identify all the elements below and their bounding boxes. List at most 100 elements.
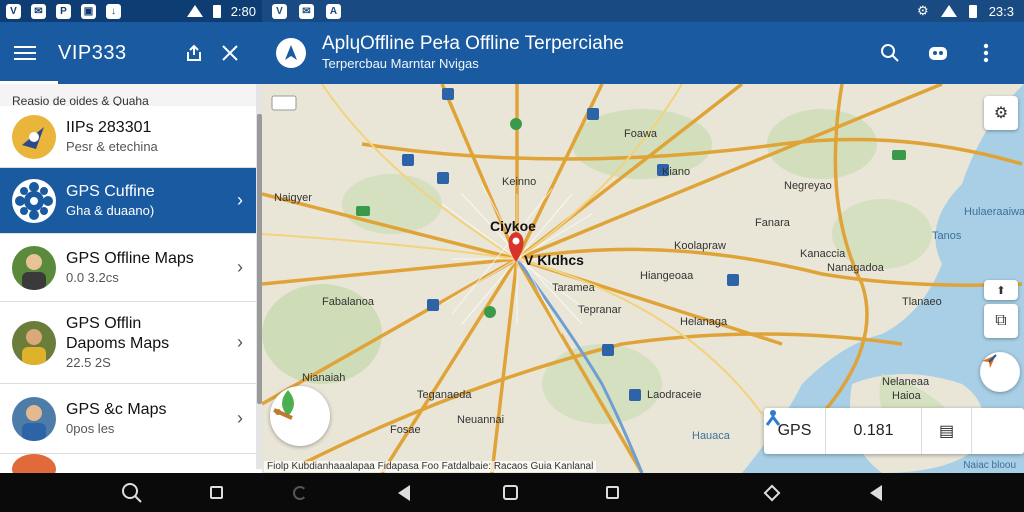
list-item[interactable]: GPS Offline Maps 0.0 3.2cs › bbox=[0, 234, 262, 302]
map-label: Nelaneaa bbox=[882, 376, 930, 388]
avatar bbox=[12, 114, 56, 159]
menu-icon[interactable] bbox=[14, 46, 36, 60]
map-label: Naigyer bbox=[274, 192, 312, 204]
status-time-left: 2:80 bbox=[230, 3, 256, 19]
compass-small-button[interactable]: ⬆ bbox=[984, 280, 1018, 300]
item-subtitle: Pesr & etechina bbox=[66, 138, 158, 154]
map-label: Koolapraw bbox=[674, 240, 726, 252]
leaf-pin-icon bbox=[273, 390, 294, 420]
map-label: Fanara bbox=[755, 217, 790, 229]
water-label: Tanos bbox=[932, 230, 962, 242]
map-label: Kiano bbox=[662, 166, 691, 178]
share-button[interactable] bbox=[176, 35, 212, 71]
map-label: Helanaga bbox=[680, 316, 728, 328]
map-label: Haioa bbox=[892, 390, 921, 402]
status-time-right: 23:3 bbox=[988, 3, 1014, 19]
system-navigation-bar bbox=[0, 473, 1024, 512]
avatar bbox=[12, 454, 56, 473]
home-button[interactable] bbox=[490, 473, 530, 512]
app-logo-icon[interactable] bbox=[276, 38, 306, 68]
avatar bbox=[12, 396, 56, 441]
item-subtitle: Gha & duaano) bbox=[66, 202, 155, 218]
item-subtitle: Dapoms Maps bbox=[66, 334, 170, 352]
back-icon bbox=[398, 484, 410, 501]
map-title: AplɥOffline Peɫa Offline Terpercіahe bbox=[322, 33, 624, 54]
avatar bbox=[12, 320, 56, 365]
item-title: IIPs 283301 bbox=[66, 118, 152, 136]
map-attribution: Fiolp Kubdianhaaalapaa Fidapasa Foo Fatd… bbox=[264, 461, 597, 472]
close-icon bbox=[222, 45, 238, 61]
list-item[interactable]: GPS &c Maps 0pos les › bbox=[0, 384, 262, 454]
search-icon bbox=[881, 44, 899, 62]
item-title: GPS Cuffine bbox=[66, 182, 155, 200]
water-label: Hulaeraaiwa bbox=[964, 206, 1024, 218]
vpn-icon: V bbox=[272, 3, 287, 19]
controller-icon bbox=[929, 47, 947, 60]
settings-status-icon: ⚙ bbox=[917, 3, 929, 18]
map-label: Negreyao bbox=[784, 180, 832, 192]
navigation-arrow-icon bbox=[982, 354, 997, 368]
discord-button[interactable] bbox=[914, 33, 962, 73]
map-label: Fabalanoa bbox=[322, 296, 374, 308]
gps-info-bar: GPS 0.181 ▤ bbox=[764, 408, 1024, 454]
image-icon: ▣ bbox=[81, 3, 96, 19]
battery-icon bbox=[968, 4, 977, 18]
message-icon: ✉ bbox=[31, 3, 46, 19]
overflow-menu-button[interactable] bbox=[962, 33, 1010, 73]
gear-icon: ⚙ bbox=[993, 105, 1009, 122]
screen: V ✉ P ▣ ↓ 2:80 V ✉ A ⚙ 23:3 VIP333 Reasi… bbox=[0, 0, 1024, 512]
item-title: GPS Offline Maps bbox=[66, 249, 194, 267]
list-item-active[interactable]: GPS Cuffine Gha & duaano) › bbox=[0, 168, 262, 234]
pin-label: Ciykoe bbox=[490, 218, 536, 234]
download-icon: ↓ bbox=[106, 3, 121, 19]
navigation-button[interactable] bbox=[980, 352, 1020, 392]
list-item[interactable]: IIPs 283301 Pesr & etechina bbox=[0, 106, 262, 168]
report-button[interactable]: ▤ bbox=[922, 408, 972, 454]
report-icon: ▤ bbox=[938, 423, 955, 440]
square-nav-button[interactable] bbox=[196, 473, 236, 512]
item-meta: 22.5 2S bbox=[66, 354, 111, 370]
chevron-right-icon: › bbox=[237, 190, 243, 210]
recents-icon bbox=[209, 486, 223, 499]
home-icon bbox=[502, 485, 518, 500]
map-app-bar: AplɥOffline Peɫa Offline Terpercіahe Ter… bbox=[262, 22, 1024, 84]
status-bar-right: V ✉ A ⚙ 23:3 bbox=[262, 0, 1024, 22]
list-item[interactable] bbox=[0, 454, 262, 473]
layers-icon: ⧉ bbox=[995, 312, 1007, 329]
person-icon bbox=[765, 410, 781, 426]
map-label: Tepranar bbox=[578, 304, 622, 316]
assistant-button[interactable] bbox=[752, 473, 792, 512]
item-subtitle: 0pos les bbox=[66, 420, 115, 436]
map-label: Fosae bbox=[390, 424, 421, 436]
map-label: Foawa bbox=[624, 128, 658, 140]
search-icon bbox=[122, 482, 142, 503]
arrow-up-icon: ⬆ bbox=[996, 284, 1006, 297]
map-view[interactable]: Ciykoe V Kldhcs Keinno Kiano Foawa Naigy… bbox=[262, 84, 1024, 473]
chevron-right-icon: › bbox=[237, 408, 243, 428]
map-settings-button[interactable]: ⚙ bbox=[984, 96, 1018, 130]
drawer-list: IIPs 283301 Pesr & etechina GPS Cuffine … bbox=[0, 106, 262, 473]
map-label: Tlanaeo bbox=[902, 296, 942, 308]
chevron-right-icon: › bbox=[237, 257, 243, 277]
item-title: GPS &c Maps bbox=[66, 400, 167, 418]
map-label: Neuannai bbox=[457, 414, 505, 426]
back-button[interactable] bbox=[384, 473, 424, 512]
recents-icon bbox=[605, 486, 619, 499]
close-button[interactable] bbox=[212, 35, 248, 71]
map-label: Nianaiah bbox=[302, 372, 346, 384]
list-item[interactable]: GPS Offlin Dapoms Maps 22.5 2S › bbox=[0, 302, 262, 384]
location-fab[interactable] bbox=[270, 386, 330, 446]
search-button[interactable] bbox=[866, 33, 914, 73]
gear-icon bbox=[12, 178, 56, 223]
search-nav-button[interactable] bbox=[112, 473, 152, 512]
back-button-secondary[interactable] bbox=[856, 473, 896, 512]
water-label: Hauaca bbox=[692, 430, 730, 442]
recents-button[interactable] bbox=[592, 473, 632, 512]
layers-button[interactable]: ⧉ bbox=[984, 304, 1018, 338]
share-icon bbox=[187, 44, 201, 61]
center-label: V Kldhcs bbox=[524, 252, 584, 268]
item-subtitle: 0.0 3.2cs bbox=[66, 269, 119, 285]
person-button[interactable] bbox=[765, 408, 1024, 454]
map-label: Teganaeda bbox=[417, 389, 472, 401]
map-label: Hiangeoaa bbox=[640, 270, 694, 282]
